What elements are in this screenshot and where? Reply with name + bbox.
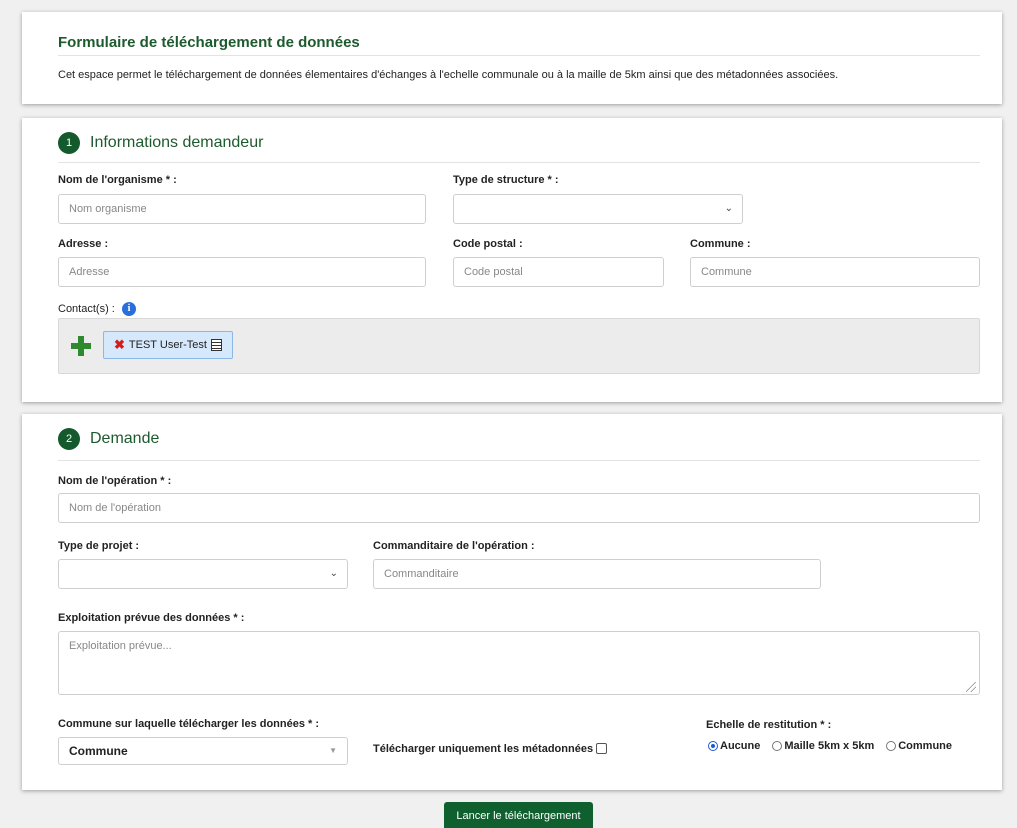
page-title: Formulaire de téléchargement de données [58,34,360,51]
contacts-box: ✖ TEST User-Test [58,318,980,374]
commune-label: Commune : [690,238,751,250]
chevron-down-icon: ⌄ [329,568,338,579]
scale-option-label: Maille 5km x 5km [784,740,875,752]
chevron-down-icon: ⌄ [724,203,733,214]
radio-button[interactable] [886,741,897,751]
postal-code-input[interactable] [453,257,664,287]
section-title: Demande [90,430,160,447]
intro-text: Cet espace permet le téléchargement de d… [58,69,839,81]
scale-option-none[interactable]: Aucune [708,740,760,752]
sponsor-label: Commanditaire de l'opération : [373,540,535,552]
step-number-badge: 2 [58,428,80,450]
textarea-resize-grip[interactable] [966,682,976,692]
scale-option-label: Commune [898,740,953,752]
operation-name-input[interactable] [58,493,980,523]
dropdown-arrow-icon: ▼ [329,746,337,755]
scale-option-commune[interactable]: Commune [886,740,952,752]
metadata-only-checkbox[interactable] [596,743,607,754]
data-usage-label: Exploitation prévue des données * : [58,612,245,624]
address-label: Adresse : [58,238,109,250]
postal-code-label: Code postal : [453,238,523,250]
download-commune-select[interactable]: Commune ▼ [58,737,348,765]
section-header: 1 Informations demandeur [58,132,263,154]
sponsor-input[interactable] [373,559,821,589]
scale-option-label: Aucune [720,740,761,752]
scale-label: Echelle de restitution * : [706,719,832,731]
radio-button[interactable] [772,741,783,751]
download-commune-label: Commune sur laquelle télécharger les don… [58,718,320,730]
project-type-select[interactable]: ⌄ [58,559,348,589]
add-contact-plus-icon[interactable] [71,336,91,356]
contact-chip-label: TEST User-Test [128,339,207,351]
structure-type-select[interactable]: ⌄ [453,194,743,224]
start-download-button[interactable]: Lancer le téléchargement [444,802,593,828]
section-title: Informations demandeur [90,134,264,151]
request-panel: 2 Demande Nom de l'opération * : Type de… [22,414,1002,790]
metadata-only-label: Télécharger uniquement les métadonnées [373,743,594,755]
download-commune-value: Commune [69,744,128,758]
step-number-badge: 1 [58,132,80,154]
organism-input[interactable] [58,194,426,224]
divider [58,55,980,56]
section-header: 2 Demande [58,428,159,450]
radio-button[interactable] [708,741,718,751]
structure-type-label: Type de structure * : [453,174,559,186]
remove-contact-x-icon[interactable]: ✖ [114,337,125,353]
address-input[interactable] [58,257,426,287]
intro-panel: Formulaire de téléchargement de données … [22,12,1002,104]
contact-details-icon[interactable] [210,339,222,351]
divider [58,460,980,461]
contacts-label: Contact(s) : [58,303,115,315]
data-usage-textarea[interactable] [58,631,980,695]
operation-name-label: Nom de l'opération * : [58,475,172,487]
project-type-label: Type de projet : [58,540,140,552]
divider [58,162,980,163]
requester-info-panel: 1 Informations demandeur Nom de l'organi… [22,118,1002,402]
scale-option-grid[interactable]: Maille 5km x 5km [772,740,874,752]
organism-label: Nom de l'organisme * : [58,174,177,186]
contact-chip[interactable]: ✖ TEST User-Test [103,331,233,359]
info-icon[interactable]: i [122,302,136,316]
commune-input[interactable] [690,257,980,287]
scale-radio-group: Aucune Maille 5km x 5km Commune [708,740,964,752]
